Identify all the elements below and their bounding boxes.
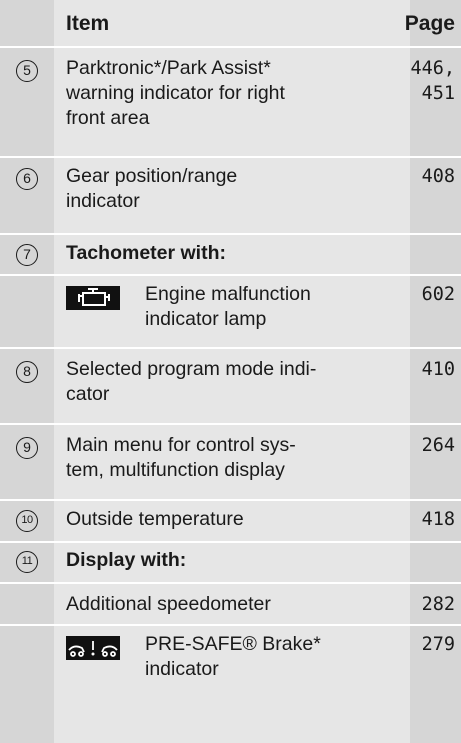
desc-line: Parktronic*/Park Assist* (66, 57, 271, 79)
item-description: Additional speedometer (66, 592, 396, 617)
table-row: 9 Main menu for control sys- tem, multif… (0, 425, 461, 495)
header-item: Item (66, 12, 110, 35)
table-row: 5 Parktronic*/Park Assist* warning indic… (0, 48, 461, 148)
pre-safe-brake-icon (66, 636, 120, 660)
desc-line: Engine malfunction (145, 283, 311, 305)
page-ref: 264 (395, 433, 455, 458)
table-row: PRE-SAFE® Brake* indicator 279 (0, 626, 461, 706)
page-number: 418 (421, 509, 455, 530)
desc-line: indicator (145, 658, 219, 680)
pre-safe-brake-icon-glyph (68, 641, 118, 657)
item-description: Outside temperature (66, 507, 396, 532)
index-table: Item Page 5 Parktronic*/Park Assist* war… (0, 0, 461, 743)
desc-line: indicator (66, 190, 140, 212)
engine-malfunction-icon-glyph (78, 288, 110, 306)
table-row: 8 Selected program mode indi- cator 410 (0, 349, 461, 419)
page-number: 446, (410, 58, 455, 79)
engine-malfunction-icon (66, 286, 120, 310)
page-ref: 418 (395, 507, 455, 532)
item-description: Gear position/range indicator (66, 164, 396, 214)
item-number: 6 (16, 168, 38, 190)
page-ref: 279 (395, 632, 455, 657)
item-description: Selected program mode indi- cator (66, 357, 396, 407)
page-ref: 282 (395, 592, 455, 617)
page-number: 264 (421, 435, 455, 456)
page-number: 279 (421, 634, 455, 655)
desc-line: front area (66, 107, 150, 129)
item-description: Parktronic*/Park Assist* warning indicat… (66, 56, 396, 131)
page-number: 451 (421, 83, 455, 104)
item-number: 7 (16, 244, 38, 266)
desc-line: Additional speedometer (66, 593, 271, 615)
item-number: 10 (16, 510, 38, 532)
table-row: Engine malfunction indicator lamp 602 (0, 276, 461, 346)
desc-line: Tachometer with: (66, 242, 226, 264)
desc-line: warning indicator for right (66, 82, 285, 104)
desc-line: Display with: (66, 549, 187, 571)
desc-line: tem, multifunction display (66, 459, 285, 481)
page-number: 408 (421, 166, 455, 187)
item-number: 5 (16, 60, 38, 82)
item-description: Main menu for control sys- tem, multifun… (66, 433, 396, 483)
desc-line: indicator lamp (145, 308, 267, 330)
page-number: 282 (421, 594, 455, 615)
item-number: 9 (16, 437, 38, 459)
desc-line: Main menu for control sys- (66, 434, 296, 456)
table-row: Additional speedometer 282 (0, 584, 461, 624)
item-number: 11 (16, 551, 38, 573)
table-row: 11 Display with: (0, 543, 461, 583)
desc-line: Gear position/range (66, 165, 238, 187)
page-number: 602 (421, 284, 455, 305)
desc-line: Selected program mode indi- (66, 358, 317, 380)
desc-line: cator (66, 383, 110, 405)
item-description: Tachometer with: (66, 241, 396, 266)
header-page: Page (404, 12, 455, 35)
table-header: Item Page (0, 0, 461, 46)
item-description: Display with: (66, 548, 396, 573)
page-ref: 446, 451 (395, 56, 455, 106)
desc-line: PRE-SAFE® Brake* (145, 633, 321, 655)
desc-line: Outside temperature (66, 508, 244, 530)
page-ref: 602 (395, 282, 455, 307)
item-number: 8 (16, 361, 38, 383)
table-row: 6 Gear position/range indicator 408 (0, 158, 461, 228)
table-row: 7 Tachometer with: (0, 235, 461, 275)
table-row: 10 Outside temperature 418 (0, 501, 461, 541)
page-ref: 410 (395, 357, 455, 382)
page-number: 410 (421, 359, 455, 380)
page-ref: 408 (395, 164, 455, 189)
item-description: Engine malfunction indicator lamp (145, 282, 395, 332)
item-description: PRE-SAFE® Brake* indicator (145, 632, 395, 682)
